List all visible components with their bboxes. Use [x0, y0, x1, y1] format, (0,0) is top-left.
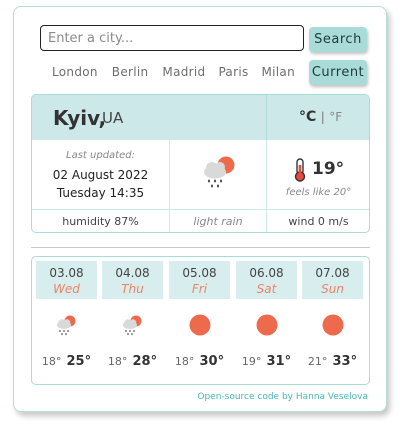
- forecast-day: 03.08 Wed 18° 25°: [36, 261, 97, 381]
- forecast-min-temp: 18°: [107, 355, 128, 368]
- fahrenheit-link[interactable]: °F: [329, 110, 342, 124]
- unit-separator: |: [320, 110, 325, 124]
- current-date: 02 August 2022: [52, 168, 149, 182]
- current-details: Last updated: 02 August 2022 Tuesday 14:…: [32, 140, 369, 232]
- forecast-date: 07.08: [315, 266, 350, 280]
- celsius-link[interactable]: °C: [299, 109, 316, 125]
- forecast-max-temp: 33°: [332, 354, 358, 369]
- city-link-milan[interactable]: Milan: [262, 65, 295, 79]
- forecast-temps: 21° 33°: [302, 350, 363, 369]
- sun-cloud-rain-icon: [123, 315, 142, 335]
- forecast-temps: 18° 30°: [169, 350, 230, 369]
- forecast-min-temp: 18°: [41, 355, 62, 368]
- forecast-max-temp: 30°: [199, 354, 225, 369]
- forecast-weekday: Wed: [53, 282, 80, 296]
- wind-speed: wind 0 m/s: [288, 215, 349, 228]
- forecast-day: 04.08 Thu 18° 28°: [102, 261, 163, 381]
- current-day-time: Tuesday 14:35: [56, 186, 145, 200]
- forecast-weekday: Fri: [191, 282, 208, 296]
- sun-icon: [322, 314, 344, 336]
- forecast-weekday: Sun: [321, 282, 344, 296]
- forecast-min-temp: 21°: [307, 355, 328, 368]
- search-input[interactable]: [40, 25, 304, 51]
- current-temperature: 19°: [312, 159, 345, 179]
- forecast-temps: 18° 25°: [36, 350, 97, 369]
- city-link-madrid[interactable]: Madrid: [162, 65, 205, 79]
- forecast-day: 07.08 Sun 21° 33°: [302, 261, 363, 381]
- city-name: Kyiv,: [53, 106, 107, 130]
- humidity: humidity 87%: [62, 215, 139, 228]
- forecast-date: 05.08: [182, 266, 217, 280]
- city-link-berlin[interactable]: Berlin: [112, 65, 149, 79]
- city-link-paris[interactable]: Paris: [218, 65, 248, 79]
- quick-city-links: London Berlin Madrid Paris Milan: [52, 65, 295, 79]
- weather-description: light rain: [193, 215, 243, 228]
- forecast-max-temp: 28°: [132, 354, 158, 369]
- sun-icon: [189, 314, 211, 336]
- thermometer-icon: [294, 158, 306, 182]
- forecast-max-temp: 31°: [266, 354, 292, 369]
- forecast-temps: 19° 31°: [236, 350, 297, 369]
- current-header: Kyiv, UA °C | °F: [32, 95, 369, 140]
- search-button[interactable]: Search: [309, 27, 367, 52]
- last-updated-label: Last updated:: [66, 150, 135, 161]
- forecast-date: 06.08: [249, 266, 284, 280]
- feels-like: feels like 20°: [285, 187, 352, 198]
- forecast-min-temp: 19°: [241, 355, 262, 368]
- forecast-day: 06.08 Sat 19° 31°: [236, 261, 297, 381]
- weather-app: Search Current London Berlin Madrid Pari…: [13, 6, 387, 412]
- forecast-day: 05.08 Fri 18° 30°: [169, 261, 230, 381]
- forecast-max-temp: 25°: [66, 354, 92, 369]
- divider: [32, 209, 369, 210]
- unit-toggle: °C | °F: [299, 109, 342, 125]
- forecast-weekday: Sat: [256, 282, 277, 296]
- forecast-min-temp: 18°: [174, 355, 195, 368]
- forecast-date: 04.08: [115, 266, 150, 280]
- sun-cloud-rain-icon: [204, 156, 235, 188]
- forecast-temps: 18° 28°: [102, 350, 163, 369]
- current-weather-card: Kyiv, UA °C | °F Last updated: 02 August…: [31, 94, 370, 233]
- forecast-panel: 03.08 Wed 18° 25° 04.08 Thu 18° 28° 05.0…: [31, 256, 370, 385]
- current-location-button[interactable]: Current: [309, 60, 367, 85]
- divider: [266, 95, 267, 140]
- sun-cloud-rain-icon: [57, 315, 76, 335]
- forecast-weekday: Thu: [121, 282, 144, 296]
- sun-icon: [256, 314, 278, 336]
- source-code-link[interactable]: Open-source code by Hanna Veselova: [197, 392, 368, 402]
- city-link-london[interactable]: London: [52, 65, 98, 79]
- section-divider: [31, 247, 370, 248]
- country-code: UA: [102, 109, 124, 127]
- forecast-date: 03.08: [49, 266, 84, 280]
